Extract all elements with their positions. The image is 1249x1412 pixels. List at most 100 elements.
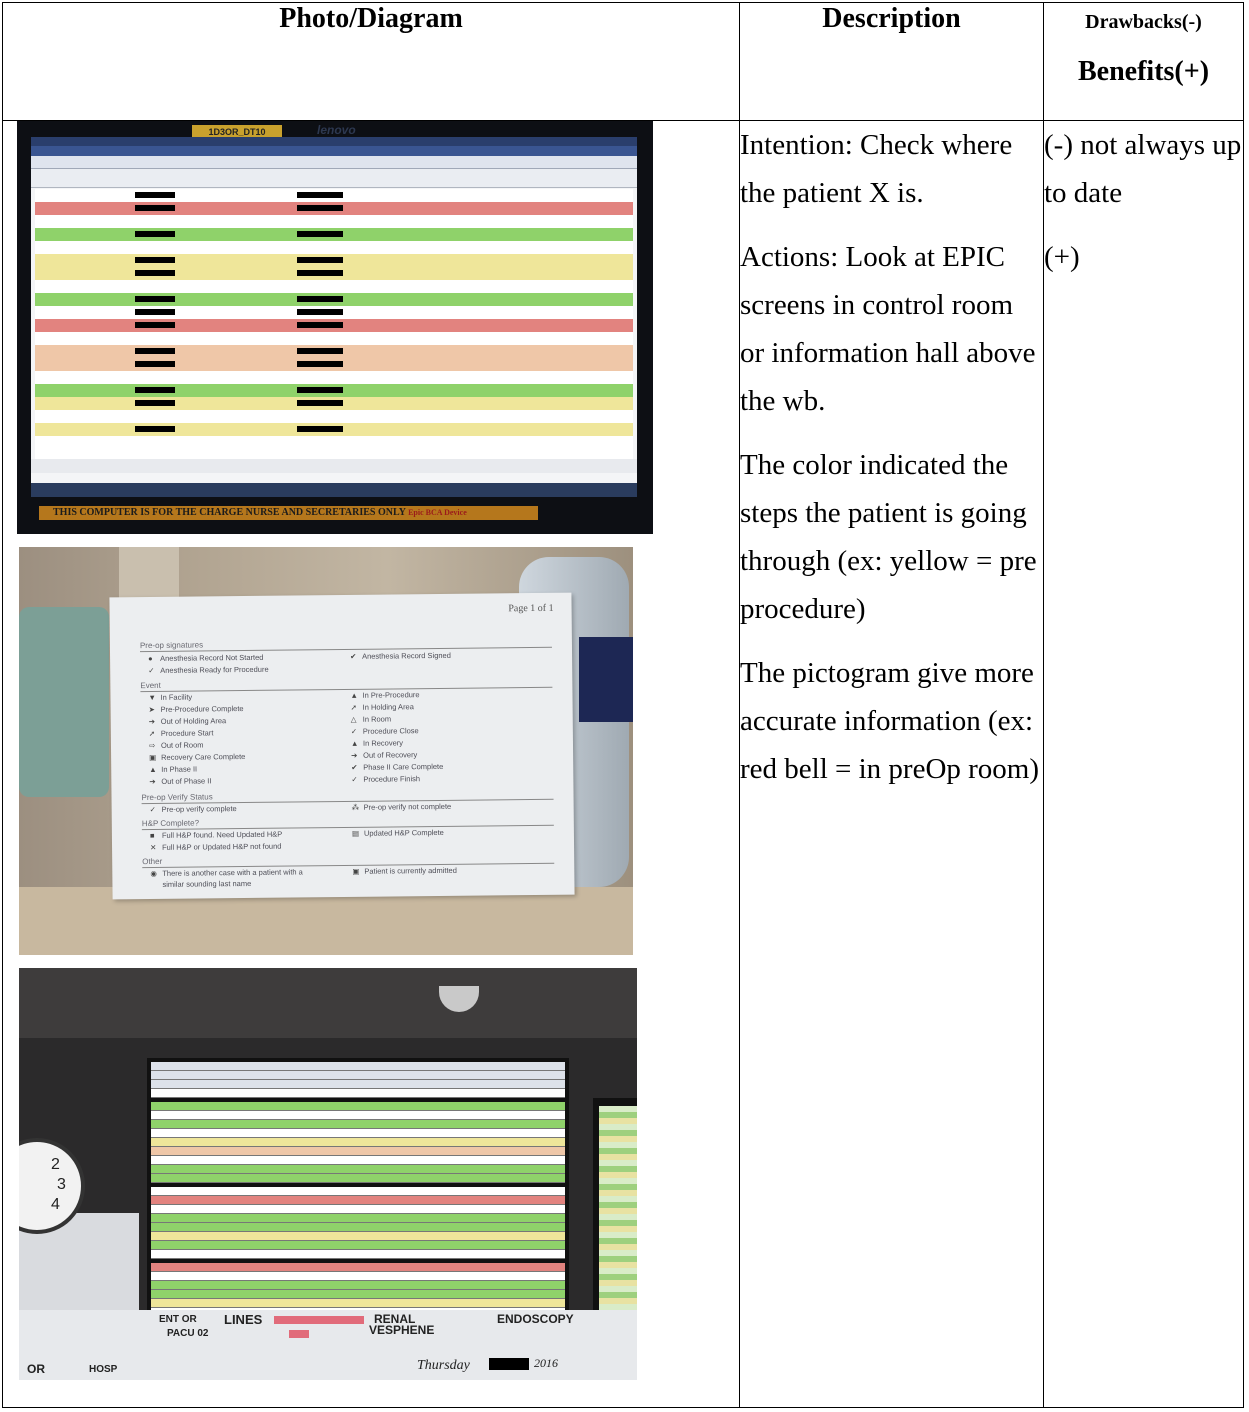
tv-row [151,1272,565,1281]
board-row [35,397,633,411]
photo-epic-monitor: 1D3OR_DT10 lenovo THIS COMPUTER IS FOR T… [17,121,653,534]
board-row [35,215,633,229]
tv-row [151,1232,565,1241]
legend-item: similar sounding last name [162,878,252,889]
header-photo: Photo/Diagram [2,2,740,121]
tv-row [151,1187,565,1196]
arrow-icon: ➔ [148,716,156,727]
board-row [35,410,633,424]
photo-pictogram-legend: Page 1 of 1 Pre-op signatures ● Anesthesi… [19,547,633,955]
windows-taskbar [31,483,637,497]
medical-machine [19,607,109,797]
tv-row [151,1080,565,1089]
tv-screen [151,1062,565,1330]
benefit-text: (+) [1044,241,1080,273]
legend-item: ✕ Full H&P or Updated H&P not found [150,841,282,853]
check-icon: ✓ [351,774,358,784]
legend-item: ▲ In Phase II [149,764,198,775]
tv-row [151,1071,565,1080]
legend-item: ➔ Out of Phase II [149,776,212,787]
check-icon: ✓ [148,665,155,676]
bell-icon: ▲ [350,738,359,748]
person-icon: ⁂ [351,802,360,812]
legend-item: ✓ Procedure Finish [351,774,421,784]
arrow-icon: ➔ [149,776,156,787]
board-row [35,280,633,294]
legend-item: ➔ Out of Recovery [351,750,418,760]
tv-row [151,1102,565,1111]
legend-item: ⁂ Pre-op verify not complete [351,801,452,812]
drawbacks-cell: (-) not always up to date (+) [1043,120,1244,1408]
legend-item: ✓ Anesthesia Ready for Procedure [148,664,269,676]
board-row [35,306,633,320]
tv-row [151,1111,565,1120]
tv-row [151,1138,565,1147]
board-row [35,202,633,216]
photo-wall-display: 2 3 4 ENT OR LINES PACU 02 RENAL VESPHEN… [19,968,637,1380]
page-label: Page 1 of 1 [508,602,554,615]
board-row [35,345,633,359]
board-label: ENDOSCOPY [497,1312,574,1326]
tv-row [151,1062,565,1071]
board-row [35,384,633,398]
legend-item: ▼ In Facility [148,692,193,703]
board-label: VESPHENE [369,1323,435,1337]
legend-item: ■ Full H&P found. Need Updated H&P [149,829,283,841]
tv-row [151,1174,565,1183]
tv-row [151,1241,565,1250]
tv-row [151,1250,565,1259]
board-row [35,371,633,385]
board-label: Thursday [417,1358,470,1373]
comparison-table: Photo/Diagram Description Drawbacks(-) B… [2,2,1244,1408]
side-monitor [579,637,633,722]
tv-row [151,1263,565,1272]
legend-item: ✔ Phase II Care Complete [351,761,444,772]
tv-row [151,1223,565,1232]
tv-row [151,1120,565,1129]
needle-icon: ➚ [350,702,357,712]
board-label: LINES [224,1312,263,1327]
tv-row [151,1196,565,1205]
bed-icon: ▣ [352,866,360,876]
status-legend [31,459,637,473]
pictogram-text: The pictogram give more accurate informa… [740,657,1040,785]
legend-item: ◉ There is another case with a patient wi… [150,867,303,879]
monitor-brand: lenovo [317,123,356,137]
legend-item: ▲ In Recovery [350,738,404,748]
tv-row [151,1281,565,1290]
board-row [35,436,633,450]
actions-text: Actions: Look at EPIC screens in control… [740,241,1036,417]
people-icon: ◉ [150,868,157,879]
legend-section-title: Pre-op signatures [139,640,204,651]
legend-section-title: Other [142,856,163,867]
board-label: ENT OR [159,1314,197,1325]
bed-icon: ▣ [149,752,157,763]
legend-item: ⇨ Out of Room [148,740,204,751]
tv-row [151,1299,565,1308]
board-row [35,358,633,372]
epic-screen [31,137,637,497]
board-label: PACU 02 [167,1328,209,1339]
whiteboard-strip: ENT OR LINES PACU 02 RENAL VESPHENE ENDO… [19,1310,637,1380]
board-row [35,332,633,346]
board-label: HOSP [89,1364,118,1375]
board-label: OR [27,1362,45,1376]
legend-item: ▤ Updated H&P Complete [351,827,444,838]
header-benefits: Benefits(+) [1077,56,1210,87]
second-tv [593,1098,637,1338]
legend-item: ✓ Procedure Close [350,726,419,736]
board-row [35,319,633,333]
intention-text: Intention: Check where the patient X is. [740,129,1013,209]
scalpel-icon: ➚ [148,728,156,739]
header-description: Description [739,2,1044,121]
exclamation-icon: ● [148,653,153,664]
header-drawbacks-benefits: Drawbacks(-) Benefits(+) [1043,2,1244,121]
outline-arrow-icon: ⇨ [148,740,156,751]
header-drawbacks: Drawbacks(-) [1085,11,1202,33]
legend-item: ➔ Out of Holding Area [148,716,227,727]
board-row [35,254,633,268]
warning-label: THIS COMPUTER IS FOR THE CHARGE NURSE AN… [39,506,538,520]
clipboard-icon: ▤ [351,828,360,838]
content-row: 1D3OR_DT10 lenovo THIS COMPUTER IS FOR T… [2,120,1244,1408]
legend-paper: Page 1 of 1 Pre-op signatures ● Anesthesi… [109,592,575,900]
